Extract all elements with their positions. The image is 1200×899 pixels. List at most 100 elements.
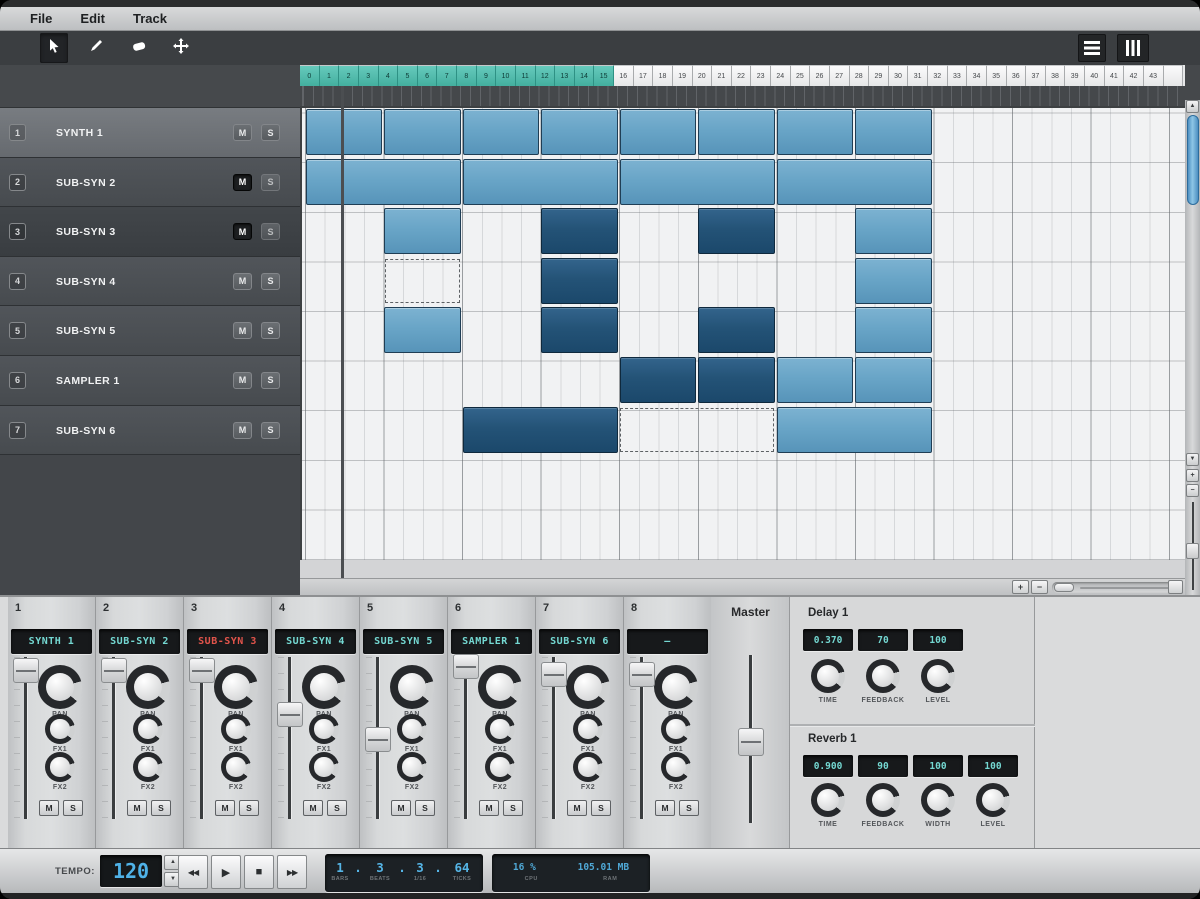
h-scroll-thumb[interactable] [1054,583,1074,592]
mute-button[interactable]: M [233,273,252,290]
fader-handle[interactable] [277,702,303,727]
mute-button[interactable]: M [233,174,252,191]
sequencer-grid[interactable] [300,108,1185,560]
channel-name-display[interactable]: — [627,629,708,654]
fx1-knob[interactable] [661,714,691,744]
ruler-cell[interactable]: 2 [339,65,359,86]
pattern-clip[interactable] [777,357,854,403]
solo-button[interactable]: S [261,174,280,191]
channel-mute-button[interactable]: M [391,800,411,816]
solo-button[interactable]: S [261,124,280,141]
fx1-knob[interactable] [397,714,427,744]
pattern-clip[interactable] [384,208,461,254]
track-row-sub-syn-5[interactable]: 5SUB-SYN 5MS [0,306,300,356]
channel-solo-button[interactable]: S [327,800,347,816]
ruler-cell[interactable]: 13 [555,65,575,86]
reverb-1-time-knob[interactable] [811,783,845,817]
pattern-clip[interactable] [541,208,618,254]
ruler-cell[interactable]: 42 [1124,65,1144,86]
pattern-clip[interactable] [463,109,540,155]
ruler-cell[interactable]: 7 [437,65,457,86]
ruler-cell[interactable]: 28 [850,65,870,86]
fx2-knob[interactable] [397,752,427,782]
channel-solo-button[interactable]: S [415,800,435,816]
fader-track[interactable] [288,657,291,819]
solo-button[interactable]: S [261,422,280,439]
ruler-cell[interactable]: 31 [908,65,928,86]
pattern-clip[interactable] [541,307,618,353]
fx2-knob[interactable] [573,752,603,782]
pattern-clip[interactable] [541,258,618,304]
fader-handle[interactable] [365,727,391,752]
channel-name-display[interactable]: SUB-SYN 5 [363,629,444,654]
ruler-cell[interactable]: 26 [810,65,830,86]
ruler-cell[interactable]: 34 [967,65,987,86]
pattern-clip[interactable] [855,208,932,254]
ruler-cell[interactable]: 37 [1026,65,1046,86]
ruler-cell[interactable]: 23 [751,65,771,86]
ruler-cell[interactable]: 14 [575,65,595,86]
mixer-view-button[interactable] [1117,34,1149,62]
ruler-cell[interactable]: 6 [418,65,438,86]
delay-1-time-knob[interactable] [811,659,845,693]
fx2-knob[interactable] [221,752,251,782]
mute-button[interactable]: M [233,124,252,141]
fader-handle[interactable] [13,658,39,683]
scroll-down-button[interactable]: ▼ [1186,453,1199,466]
ruler-cell[interactable]: 11 [516,65,536,86]
track-row-sub-syn-2[interactable]: 2SUB-SYN 2MS [0,158,300,208]
pattern-clip[interactable] [855,307,932,353]
mute-button[interactable]: M [233,422,252,439]
pattern-clip[interactable] [698,357,775,403]
channel-mute-button[interactable]: M [39,800,59,816]
fx2-knob[interactable] [133,752,163,782]
ruler-cell[interactable]: 5 [398,65,418,86]
v-zoom-slider-handle[interactable] [1186,543,1199,559]
ruler-cell[interactable]: 39 [1065,65,1085,86]
ruler-cell[interactable]: 35 [987,65,1007,86]
pattern-clip[interactable] [620,159,775,205]
draw-tool-button[interactable] [82,33,110,63]
ruler-cell[interactable]: 30 [889,65,909,86]
mute-button[interactable]: M [233,322,252,339]
delay-1-feedback-value[interactable]: 70 [858,629,908,651]
ruler-cell[interactable]: 24 [771,65,791,86]
fader-handle[interactable] [629,662,655,687]
ruler-cell[interactable]: 12 [536,65,556,86]
track-row-sub-syn-6[interactable]: 7SUB-SYN 6MS [0,406,300,456]
channel-name-display[interactable]: SUB-SYN 3 [187,629,268,654]
channel-mute-button[interactable]: M [655,800,675,816]
pattern-clip[interactable] [384,307,461,353]
ruler-cell[interactable]: 4 [379,65,399,86]
channel-name-display[interactable]: SYNTH 1 [11,629,92,654]
channel-name-display[interactable]: SUB-SYN 2 [99,629,180,654]
ruler-cell[interactable]: 9 [477,65,497,86]
fx2-knob[interactable] [485,752,515,782]
reverb-1-feedback-value[interactable]: 90 [858,755,908,777]
pattern-clip[interactable] [855,109,932,155]
pattern-clip[interactable] [463,159,618,205]
pattern-clip[interactable] [384,109,461,155]
fader-handle[interactable] [189,658,215,683]
pattern-clip[interactable] [855,357,932,403]
stop-button[interactable]: ■ [244,855,274,889]
menu-item-file[interactable]: File [16,7,66,30]
pattern-clip[interactable] [698,307,775,353]
pattern-clip[interactable] [777,407,932,453]
zoom-out-button[interactable]: − [1031,580,1048,594]
ruler-cell[interactable]: 21 [712,65,732,86]
play-button[interactable]: ▶ [211,855,241,889]
delay-1-feedback-knob[interactable] [866,659,900,693]
pan-knob[interactable] [214,665,258,709]
delay-1-time-value[interactable]: 0.370 [803,629,853,651]
delay-1-level-value[interactable]: 100 [913,629,963,651]
arrange-view-button[interactable] [1078,34,1106,62]
ruler-cell[interactable]: 33 [948,65,968,86]
reverb-1-level-knob[interactable] [976,783,1010,817]
delay-1-level-knob[interactable] [921,659,955,693]
track-row-sub-syn-3[interactable]: 3SUB-SYN 3MS [0,207,300,257]
ruler-cell[interactable]: 27 [830,65,850,86]
fx2-knob[interactable] [661,752,691,782]
fader-handle[interactable] [101,658,127,683]
solo-button[interactable]: S [261,223,280,240]
